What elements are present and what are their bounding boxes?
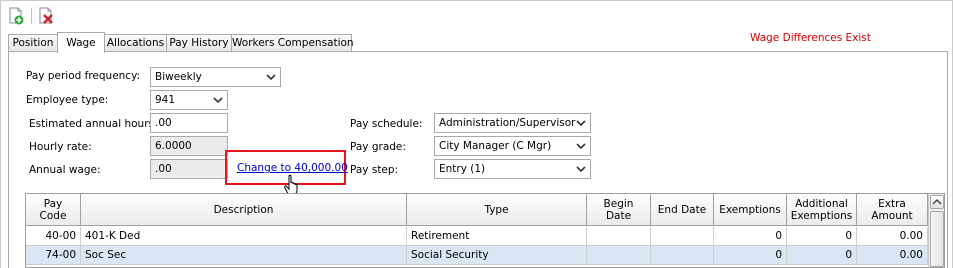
cell-begin-date [587,246,651,265]
chevron-down-icon [576,166,586,173]
pay-period-frequency-value: Biweekly [155,71,202,83]
cell-type: Social Security [407,246,587,265]
column-header-begin-date[interactable]: Begin Date [587,194,651,226]
table-row[interactable]: 74-00 Soc Sec Social Security 0 0 0.00 [26,246,928,265]
scroll-up-button[interactable] [930,195,944,209]
pay-period-frequency-select[interactable]: Biweekly [150,67,281,87]
column-header-additional-exemptions[interactable]: Additional Exemptions [787,194,857,226]
cell-begin-date [587,227,651,246]
pay-schedule-label: Pay schedule: [350,118,423,130]
cell-exemptions: 0 [714,227,787,246]
cell-pay-code: 40-00 [26,227,81,246]
hourly-rate-label: Hourly rate: [29,141,92,153]
cell-pay-code: 74-00 [26,246,81,265]
tab-pay-history[interactable]: Pay History [166,34,232,52]
cell-description: Soc Sec [81,246,407,265]
cell-additional-exemptions: 0 [787,246,857,265]
cell-description: 401-K Ded [81,227,407,246]
pay-step-label: Pay step: [350,164,399,176]
add-document-icon[interactable] [7,7,25,25]
scroll-thumb[interactable] [930,211,944,267]
grid-header: Pay Code Description Type Begin Date End… [26,194,928,226]
employee-type-select[interactable]: 941 [150,90,228,110]
estimated-annual-hours-input[interactable]: .00 [150,113,228,133]
tab-workers-compensation[interactable]: Workers Compensation [231,34,354,52]
column-header-pay-code[interactable]: Pay Code [26,194,81,226]
pay-period-frequency-label: Pay period frequency: [26,70,141,82]
tab-wage[interactable]: Wage [57,32,105,53]
toolbar-separator [31,8,32,24]
annual-wage-label: Annual wage: [29,164,101,176]
chevron-up-icon [932,198,942,205]
deductions-grid: Pay Code Description Type Begin Date End… [25,193,945,268]
employee-type-value: 941 [155,94,176,106]
estimated-annual-hours-label: Estimated annual hours: [29,118,158,130]
pay-step-value: Entry (1) [439,163,486,175]
hourly-rate-input[interactable]: 6.0000 [150,136,228,156]
pay-grade-select[interactable]: City Manager (C Mgr) [434,136,591,156]
chevron-down-icon [576,143,586,150]
pay-step-select[interactable]: Entry (1) [434,159,591,179]
column-header-end-date[interactable]: End Date [651,194,714,226]
pay-grade-value: City Manager (C Mgr) [439,140,552,152]
grid-scrollbar[interactable] [928,194,944,267]
table-row[interactable]: 40-00 401-K Ded Retirement 0 0 0.00 [26,227,928,246]
cell-additional-exemptions: 0 [787,227,857,246]
pay-schedule-value: Administration/Supervisor [439,117,576,129]
pay-grade-label: Pay grade: [350,141,406,153]
chevron-down-icon [266,74,276,81]
pay-schedule-select[interactable]: Administration/Supervisor [434,113,591,133]
tab-allocations[interactable]: Allocations [104,34,167,52]
annual-wage-input[interactable]: .00 [150,159,228,179]
cell-exemptions: 0 [714,246,787,265]
cell-extra-amount: 0.00 [857,246,928,265]
delete-icon[interactable] [37,7,55,25]
column-header-type[interactable]: Type [407,194,587,226]
column-header-exemptions[interactable]: Exemptions [714,194,787,226]
column-header-description[interactable]: Description [81,194,407,226]
cell-extra-amount: 0.00 [857,227,928,246]
chevron-down-icon [576,120,586,127]
column-header-extra-amount[interactable]: Extra Amount [857,194,928,226]
chevron-down-icon [213,97,223,104]
cell-end-date [651,227,714,246]
toolbar [1,2,951,28]
tab-position[interactable]: Position [8,34,58,52]
employee-type-label: Employee type: [26,94,109,106]
cell-type: Retirement [407,227,587,246]
wage-differences-warning: Wage Differences Exist [750,32,871,44]
change-wage-link[interactable]: Change to 40,000.00 [237,162,348,174]
cell-end-date [651,246,714,265]
